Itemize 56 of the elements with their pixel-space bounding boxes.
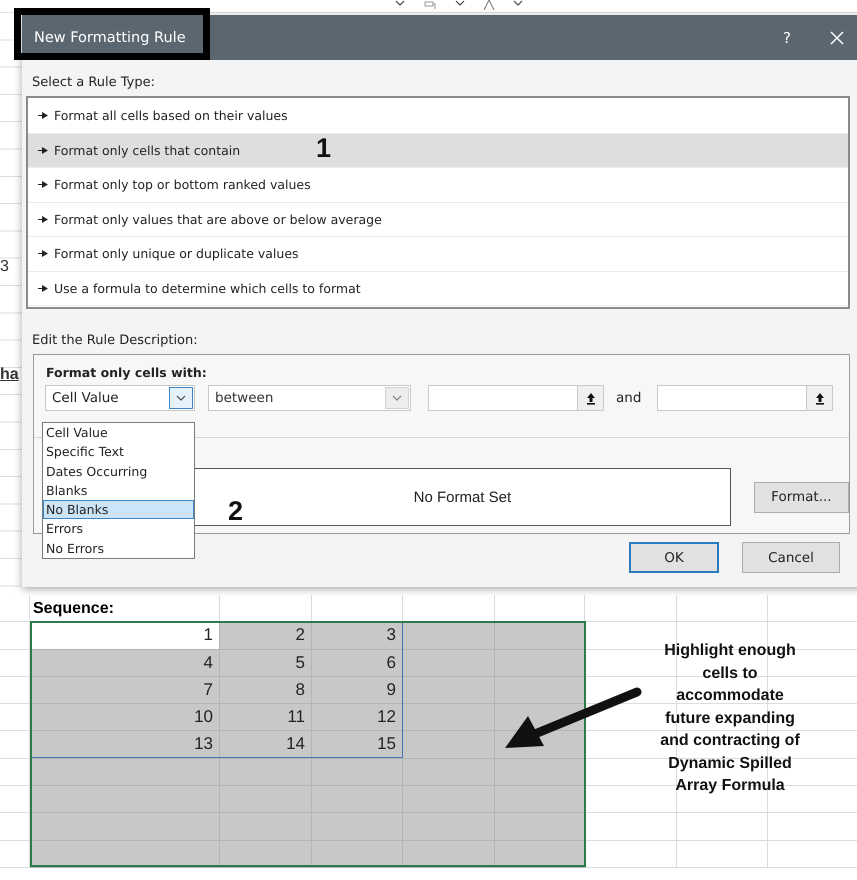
cell-text: ha (0, 366, 20, 384)
table-cell: 10 (30, 704, 220, 732)
caret-icon (455, 0, 465, 6)
upload-icon (814, 392, 825, 404)
upload-icon (586, 392, 596, 404)
cancel-button[interactable]: Cancel (742, 542, 840, 573)
pointer-icon (38, 250, 48, 258)
ok-button[interactable]: OK (629, 542, 719, 573)
cell-text: 3 (0, 258, 10, 276)
table-cell: 3 (312, 622, 403, 650)
pointer-icon (38, 181, 48, 188)
table-cell: 12 (312, 704, 403, 732)
table-cell: 6 (312, 650, 403, 677)
rule-type-label: Format only unique or duplicate values (54, 246, 299, 262)
caret-icon (395, 0, 405, 6)
table-cell: 11 (220, 704, 312, 732)
caret-icon (513, 0, 523, 6)
value-field[interactable] (428, 385, 604, 411)
table-cell: 4 (30, 650, 220, 677)
rule-type-label: Use a formula to determine which cells to format (54, 280, 361, 296)
caret-icon (392, 395, 402, 401)
pointer-icon (38, 112, 48, 120)
value-field[interactable] (657, 385, 834, 411)
caret-icon (176, 395, 186, 401)
table-cell: 14 (220, 731, 312, 759)
section-label: Select a Rule Type: (31, 74, 156, 92)
help-button[interactable]: ? (762, 15, 812, 60)
rule-type-label: Format only values that are above or below average (54, 212, 382, 227)
range-picker-button[interactable] (577, 386, 603, 410)
window-title: New Formatting Rule (34, 30, 187, 46)
rule-type-label: Format all cells based on their values (54, 108, 288, 124)
table-cell: 5 (220, 650, 312, 677)
condition-label: Format only cells with: (45, 364, 208, 382)
close-icon (830, 30, 844, 44)
instruction-note: Highlight enough cells to accommodate future expanding and contracting of Dynamic Spilled Array Formula (659, 641, 801, 796)
section-label: Edit the Rule Description: (31, 332, 199, 350)
table-cell: 15 (312, 731, 403, 759)
range-picker-button[interactable] (806, 386, 832, 410)
pointer-icon (38, 146, 48, 154)
format-button[interactable]: Format... (754, 482, 849, 512)
rule-type-label: Format only top or bottom ranked values (54, 177, 311, 192)
table-cell: 2 (220, 622, 312, 650)
rule-type-item[interactable]: Format only values that are above or below average (28, 202, 848, 237)
table-cell: 7 (30, 676, 220, 704)
step-number: 1 (316, 133, 332, 164)
table-cell: 8 (220, 676, 312, 704)
condition-dropdown[interactable]: Cell Value (45, 385, 195, 411)
dropdown-option[interactable]: No Blanks (43, 500, 194, 520)
rule-type-label: Format only cells that contain (54, 142, 240, 158)
table-cell: 13 (30, 731, 220, 759)
and-label: and (615, 390, 642, 406)
rule-type-item[interactable]: Use a formula to determine which cells to format (28, 272, 848, 306)
pointer-icon (38, 216, 48, 223)
pointer-icon (38, 284, 48, 292)
table-cell: 9 (312, 676, 403, 704)
step-number: 2 (228, 496, 244, 527)
